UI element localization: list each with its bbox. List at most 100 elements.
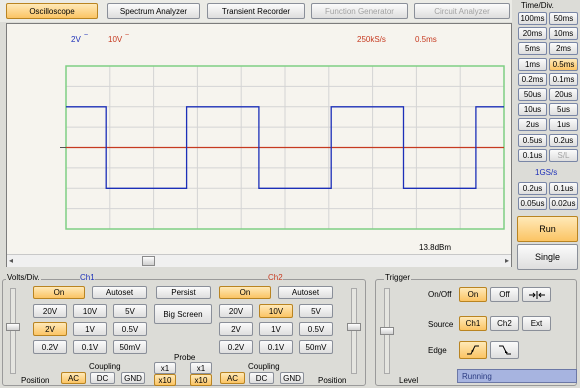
ch1-probe-x10-button[interactable]: x10 (154, 374, 176, 386)
trigger-status-field: Running (457, 369, 577, 383)
ch2-title: Ch2 (268, 273, 283, 282)
timediv-S-L-button[interactable]: S/L (549, 148, 578, 162)
ch1-position-label: Position (21, 376, 50, 385)
ch1-volts-10V-button[interactable]: 10V (73, 304, 107, 318)
ch2-coupling-ac-button[interactable]: AC (220, 372, 245, 384)
trigger-center-button[interactable] (522, 287, 551, 302)
ch1-autoset-button[interactable]: Autoset (92, 286, 147, 299)
ch2-volts-1V-button[interactable]: 1V (259, 322, 293, 336)
ch1-probe-x1-button[interactable]: x1 (154, 362, 176, 374)
timediv-0-1us-button[interactable]: 0.1us (518, 148, 547, 162)
timediv-20ms-button[interactable]: 20ms (518, 27, 547, 41)
horizontal-scrollbar[interactable]: ◂ ▸ (7, 254, 511, 267)
trigger-level-slider[interactable] (380, 288, 394, 374)
scroll-thumb[interactable] (142, 256, 155, 266)
ch2-on-button[interactable]: On (219, 286, 271, 299)
ch1-volts-0-1V-button[interactable]: 0.1V (73, 340, 107, 354)
trigger-source-ext[interactable]: Ext (522, 316, 551, 331)
probe-label: Probe (174, 353, 196, 362)
ch2-volts-2V-button[interactable]: 2V (219, 322, 253, 336)
timediv-0-5ms-button[interactable]: 0.5ms (549, 57, 578, 71)
timediv-0-1ms-button[interactable]: 0.1ms (549, 72, 578, 86)
ch2-probe-x1-button[interactable]: x1 (190, 362, 212, 374)
trigger-on-button[interactable]: On (459, 287, 487, 302)
trigger-edge-label: Edge (428, 346, 447, 355)
ch1-on-button[interactable]: On (33, 286, 85, 299)
trigger-source-ch2[interactable]: Ch2 (490, 316, 519, 331)
single-button[interactable]: Single (517, 244, 578, 270)
ch2-volts-10V-button[interactable]: 10V (259, 304, 293, 318)
ch1-coupling-label: Coupling (89, 362, 121, 371)
tab-transient-recorder[interactable]: Transient Recorder (207, 3, 305, 19)
trigger-title: Trigger (384, 273, 412, 282)
rising-edge-button[interactable] (459, 341, 487, 359)
run-button[interactable]: Run (517, 216, 578, 242)
timediv-0-1us-button[interactable]: 0.1us (549, 182, 578, 195)
trigger-off-button[interactable]: Off (490, 287, 519, 302)
falling-edge-icon (498, 345, 511, 355)
ch2-coupling-gnd-button[interactable]: GND (280, 372, 304, 384)
timediv-0-2ms-button[interactable]: 0.2ms (518, 72, 547, 86)
ch2-volts-0-5V-button[interactable]: 0.5V (299, 322, 333, 336)
center-arrows-icon (528, 290, 545, 299)
timediv-0-5us-button[interactable]: 0.5us (518, 133, 547, 147)
ch2-coupling-dc-button[interactable]: DC (249, 372, 274, 384)
trigger-level-label: Level (399, 376, 419, 385)
ch1-volts-1V-button[interactable]: 1V (73, 322, 107, 336)
tab-function-generator[interactable]: Function Generator (311, 3, 408, 19)
ch2-position-knob[interactable] (347, 323, 361, 331)
ch1-volts-0-2V-button[interactable]: 0.2V (33, 340, 67, 354)
ch1-title: Ch1 (80, 273, 95, 282)
timediv-20us-button[interactable]: 20us (549, 88, 578, 101)
falling-edge-button[interactable] (490, 341, 519, 359)
tab-spectrum-analyzer[interactable]: Spectrum Analyzer (107, 3, 200, 19)
ch2-position-slider[interactable] (347, 288, 361, 374)
timediv-100ms-button[interactable]: 100ms (518, 12, 547, 25)
timediv-1ms-button[interactable]: 1ms (518, 57, 547, 71)
trigger-onoff-label: On/Off (428, 290, 452, 299)
timediv-10ms-button[interactable]: 10ms (549, 27, 578, 41)
volts-title: Volts/Div. (6, 273, 41, 282)
timediv-50us-button[interactable]: 50us (518, 88, 547, 101)
ch2-autoset-button[interactable]: Autoset (278, 286, 333, 299)
ch1-position-slider[interactable] (6, 288, 20, 374)
timediv-50ms-button[interactable]: 50ms (549, 12, 578, 25)
scroll-right-arrow[interactable]: ▸ (505, 256, 509, 265)
timediv-0-2us-button[interactable]: 0.2us (518, 182, 547, 195)
big-screen-button[interactable]: Big Screen (154, 304, 212, 324)
ch2-volts-5V-button[interactable]: 5V (299, 304, 333, 318)
timediv-5us-button[interactable]: 5us (549, 103, 578, 117)
timediv-0-2us-button[interactable]: 0.2us (549, 133, 578, 147)
timediv-2ms-button[interactable]: 2ms (549, 42, 578, 56)
ch1-coupling-dc-button[interactable]: DC (90, 372, 115, 384)
trigger-source-label: Source (428, 320, 454, 329)
ch2-probe-x10-button[interactable]: x10 (190, 374, 212, 386)
tab-circuit-analyzer[interactable]: Circuit Analyzer (414, 3, 510, 19)
persist-button[interactable]: Persist (156, 286, 211, 299)
timediv-1us-button[interactable]: 1us (549, 118, 578, 132)
ch1-position-knob[interactable] (6, 323, 20, 331)
timediv-2us-button[interactable]: 2us (518, 118, 547, 132)
ch2-volts-0-1V-button[interactable]: 0.1V (259, 340, 293, 354)
scroll-left-arrow[interactable]: ◂ (9, 256, 13, 265)
timediv-10us-button[interactable]: 10us (518, 103, 547, 117)
tab-oscilloscope[interactable]: Oscilloscope (6, 3, 98, 19)
ch2-coupling-label: Coupling (248, 362, 280, 371)
ch1-volts-50mV-button[interactable]: 50mV (113, 340, 147, 354)
trigger-level-knob[interactable] (380, 327, 394, 335)
ch1-volts-5V-button[interactable]: 5V (113, 304, 147, 318)
timediv-0-05us-button[interactable]: 0.05us (518, 197, 547, 210)
timediv-0-02us-button[interactable]: 0.02us (549, 197, 578, 210)
rising-edge-icon (467, 345, 479, 355)
ch2-volts-20V-button[interactable]: 20V (219, 304, 253, 318)
ch2-volts-50mV-button[interactable]: 50mV (299, 340, 333, 354)
timediv-5ms-button[interactable]: 5ms (518, 42, 547, 56)
ch2-volts-0-2V-button[interactable]: 0.2V (219, 340, 253, 354)
ch1-volts-20V-button[interactable]: 20V (33, 304, 67, 318)
ch1-coupling-gnd-button[interactable]: GND (121, 372, 145, 384)
sample-rate-label: 1GS/s (535, 168, 558, 177)
ch1-volts-2V-button[interactable]: 2V (33, 322, 67, 336)
ch1-volts-0-5V-button[interactable]: 0.5V (113, 322, 147, 336)
trigger-source-ch1[interactable]: Ch1 (459, 316, 487, 331)
ch1-coupling-ac-button[interactable]: AC (61, 372, 86, 384)
